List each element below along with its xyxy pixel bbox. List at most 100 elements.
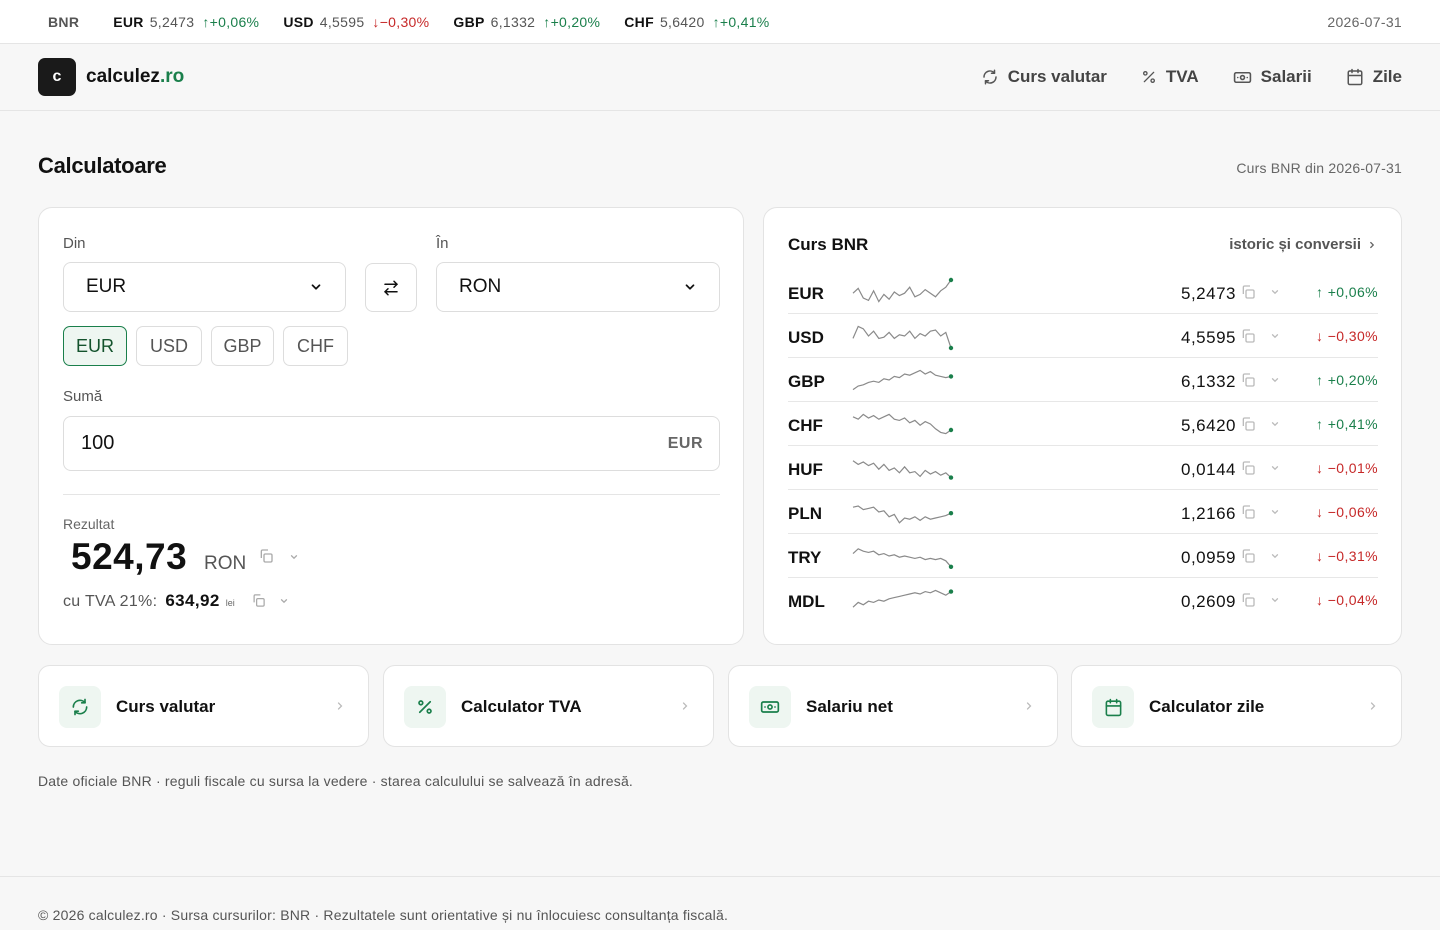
chip-usd[interactable]: USD xyxy=(136,326,202,366)
site-header: c calculez.ro Curs valutar TVA Salarii Z… xyxy=(0,44,1440,111)
ticker-change: ↑+0,20% xyxy=(543,13,601,30)
sparkline-path xyxy=(852,460,952,479)
vat-label: cu TVA 21%: xyxy=(63,593,158,610)
to-currency-select[interactable]: RON xyxy=(436,262,720,312)
tool-label: Salariu net xyxy=(806,697,893,716)
chevron-down-icon[interactable] xyxy=(1270,551,1280,561)
rate-code: USD xyxy=(788,328,824,347)
rate-change: ↓ −0,30% xyxy=(1316,328,1378,344)
ticker-item-eur: EUR 5,2473 ↑+0,06% xyxy=(113,14,259,30)
ticker-change: ↑+0,06% xyxy=(202,13,260,30)
sparkline-chart xyxy=(852,589,954,608)
sparkline-last-point xyxy=(948,475,954,480)
sparkline-path xyxy=(852,548,952,568)
copy-icon[interactable] xyxy=(251,593,266,608)
rate-code: GBP xyxy=(788,372,825,391)
rate-row-pln: PLN 1,2166 ↓ −0,06% xyxy=(788,490,1378,534)
from-label: Din xyxy=(63,235,86,252)
rates-date-note: Curs BNR din 2026-07-31 xyxy=(1236,160,1402,176)
copy-icon[interactable] xyxy=(1240,504,1256,520)
banknote-icon xyxy=(760,701,780,713)
copy-icon[interactable] xyxy=(258,548,274,564)
copy-icon[interactable] xyxy=(1240,328,1256,344)
chip-gbp[interactable]: GBP xyxy=(211,326,274,366)
chevron-down-icon[interactable] xyxy=(279,596,289,606)
nav-curs-valutar[interactable]: Curs valutar xyxy=(981,67,1107,87)
rate-row-try: TRY 0,0959 ↓ −0,31% xyxy=(788,534,1378,578)
tool-curs-valutar[interactable]: Curs valutar xyxy=(38,665,369,747)
copy-icon[interactable] xyxy=(1240,416,1256,432)
copy-icon[interactable] xyxy=(1240,372,1256,388)
bnr-rates-card: Curs BNR istoric și conversii EUR 5,2473 ↑… xyxy=(763,207,1402,645)
ticker-value: 5,2473 xyxy=(149,13,195,30)
banknote-icon xyxy=(1233,71,1251,83)
copy-icon[interactable] xyxy=(1240,284,1256,300)
amount-input[interactable]: 100 EUR xyxy=(63,416,720,471)
sparkline-chart xyxy=(852,369,954,391)
rate-row-mdl: MDL 0,2609 ↓ −0,04% xyxy=(788,578,1378,622)
chevron-down-icon[interactable] xyxy=(1270,331,1280,341)
nav-label: TVA xyxy=(1165,67,1199,86)
copy-icon[interactable] xyxy=(1240,460,1256,476)
nav-zile[interactable]: Zile xyxy=(1346,67,1402,87)
sparkline-last-point xyxy=(948,345,954,351)
nav-tva[interactable]: TVA xyxy=(1141,67,1199,87)
amount-value: 100 xyxy=(81,432,115,454)
chevron-right-icon xyxy=(1026,702,1032,710)
chevron-down-icon[interactable] xyxy=(1270,463,1280,473)
ticker-code: GBP xyxy=(453,13,485,30)
sparkline-path xyxy=(852,369,952,391)
copy-icon[interactable] xyxy=(1240,548,1256,564)
nav-label: Zile xyxy=(1372,67,1402,86)
logo-text[interactable]: calculez.ro xyxy=(86,66,184,88)
ticker-date: 2026-07-31 xyxy=(1327,13,1402,30)
chevron-down-icon[interactable] xyxy=(1270,595,1280,605)
chevron-down-icon[interactable] xyxy=(1270,419,1280,429)
amount-label: Sumă xyxy=(63,388,103,405)
copy-icon[interactable] xyxy=(1240,592,1256,608)
sparkline-chart xyxy=(852,548,954,569)
sparkline-chart xyxy=(852,413,954,435)
nav-label: Salarii xyxy=(1260,67,1312,86)
converter-card: Din În EUR RON EUR USD GBP CHF Sumă 100 … xyxy=(38,207,744,645)
tool-icon-box xyxy=(59,686,101,728)
history-link[interactable]: istoric și conversii xyxy=(1229,236,1377,253)
result-label: Rezultat xyxy=(63,516,115,532)
chevron-down-icon[interactable] xyxy=(1270,375,1280,385)
logo-mark[interactable]: c xyxy=(38,58,76,96)
rate-code: EUR xyxy=(788,284,824,303)
chip-chf[interactable]: CHF xyxy=(283,326,348,366)
sparkline-last-point xyxy=(948,511,954,516)
chevron-right-icon xyxy=(682,702,688,710)
nav-salarii[interactable]: Salarii xyxy=(1233,67,1312,87)
rates-title: Curs BNR xyxy=(788,235,869,254)
vat-value: 634,92 xyxy=(165,591,220,610)
ticker-item-usd: USD 4,5595 ↓−0,30% xyxy=(283,14,429,30)
rate-change: ↑ +0,20% xyxy=(1316,372,1378,388)
tool-calculator-zile[interactable]: Calculator zile xyxy=(1071,665,1402,747)
chevron-right-icon xyxy=(1370,241,1375,248)
ticker-change: ↓−0,30% xyxy=(372,13,430,30)
info-note: Date oficiale BNR · reguli fiscale cu su… xyxy=(38,773,634,789)
chip-eur[interactable]: EUR xyxy=(63,326,127,366)
sparkline-path xyxy=(852,505,952,524)
rate-code: MDL xyxy=(788,592,825,611)
percent-icon xyxy=(1142,71,1155,83)
ticker-item-gbp: GBP 6,1332 ↑+0,20% xyxy=(453,14,600,30)
tool-calculator-tva[interactable]: Calculator TVA xyxy=(383,665,714,747)
rate-value: 5,2473 xyxy=(1181,284,1236,303)
chevron-down-icon[interactable] xyxy=(1270,287,1280,297)
rate-value: 4,5595 xyxy=(1181,328,1236,347)
rate-row-eur: EUR 5,2473 ↑ +0,06% xyxy=(788,270,1378,314)
tool-salariu-net[interactable]: Salariu net xyxy=(728,665,1058,747)
rate-value: 0,0144 xyxy=(1181,460,1236,479)
sparkline-path xyxy=(852,413,952,435)
from-currency-select[interactable]: EUR xyxy=(63,262,346,312)
sparkline-chart xyxy=(852,325,954,351)
tool-icon-box xyxy=(404,686,446,728)
swap-currencies-button[interactable] xyxy=(365,263,417,312)
from-currency-value: EUR xyxy=(86,276,127,297)
chevron-down-icon[interactable] xyxy=(1270,507,1280,517)
tool-icon-box xyxy=(749,686,791,728)
chevron-down-icon[interactable] xyxy=(289,552,299,562)
